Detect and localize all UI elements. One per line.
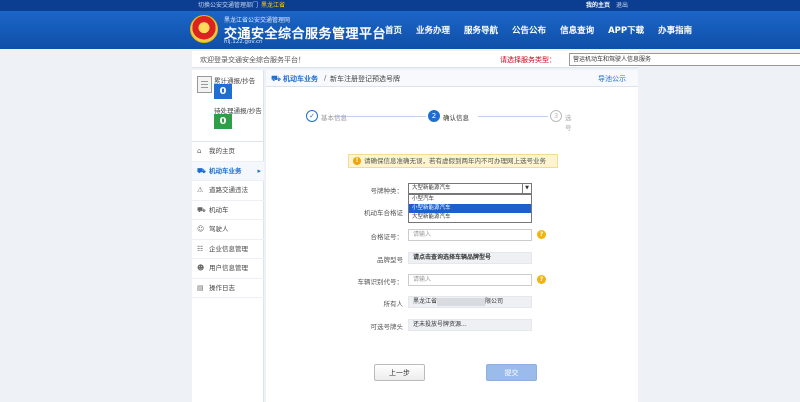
plate-prefix-field: 还未投放号牌资源... [408,319,532,331]
home-icon: ⌂ [197,147,202,155]
site-header: 黑龙江省公安交通管理网 交通安全综合服务管理平台 hlj.122.gov.cn … [0,11,800,49]
notice-stats: 累计通报/抄告 0 待处理通报/抄告 0 [192,70,264,142]
step-connector [334,116,426,117]
truck-icon: ⛟ [197,166,206,175]
logout-link[interactable]: 退出 [616,2,628,9]
step-2-label: 确认信息 [443,114,469,122]
service-type-select[interactable]: 营运机动车和驾驶人信息服务 ▼ [569,53,800,66]
total-notices-count[interactable]: 0 [214,84,232,99]
pending-notices-count[interactable]: 0 [214,114,232,129]
welcome-message: 欢迎登录交通安全综合服务平台！ [200,56,305,64]
service-type-value: 营运机动车和驾驶人信息服务 [573,56,652,63]
breadcrumb-separator: / [324,74,327,82]
nav-guide[interactable]: 办事指南 [658,24,692,36]
user-links: 我的主页 退出 [586,0,628,11]
main-nav: 首页 业务办理 服务导航 公告公布 信息查询 APP下载 办事指南 [385,11,706,49]
submit-button[interactable]: 提交 [486,364,537,381]
step-3-label: 选号 [565,114,572,132]
nav-business[interactable]: 业务办理 [416,24,450,36]
owner-suffix: 限公司 [485,298,504,305]
nav-info-query[interactable]: 信息查询 [560,24,594,36]
certificate-label: 机动车合格证 [364,209,403,217]
nav-home[interactable]: 首页 [385,24,402,36]
sidebar-item-user-info[interactable]: ☻ 用户信息管理 [192,259,264,279]
plate-type-select[interactable]: 大型新能源汽车 ▼ [408,183,532,194]
sidebar-item-drivers[interactable]: ☺ 驾驶人 [192,220,264,240]
breadcrumb-current: 新车注册登记预选号牌 [330,75,400,83]
warning-banner: ! 请确保信息准确无误，若有虚假到两年内不可办理网上选号业务 [348,154,558,168]
vin-input[interactable]: 请输入 [408,274,532,286]
help-icon[interactable]: ? [537,230,546,239]
sidebar-item-company-info[interactable]: ☷ 企业信息管理 [192,240,264,259]
sidebar-item-vehicles[interactable]: ⛟ 机动车 [192,201,264,220]
cert-number-label: 合格证号： [370,233,404,241]
main-content: ⛟ 机动车业务 / 新车注册登记预选号牌 导池公示 ✓ 基本信息 2 确认信息 … [266,70,638,402]
truck-icon: ⛟ [197,205,206,214]
brand-model-label: 品牌型号 [377,256,403,264]
clipboard-icon [197,76,212,93]
sidebar-item-label: 道路交通违法 [209,186,248,194]
redacted-text [437,297,486,306]
driver-icon: ☺ [197,225,205,233]
service-type-label: 请选择服务类型： [500,56,556,64]
nav-announcements[interactable]: 公告公布 [512,24,546,36]
owner-label: 所有人 [383,300,404,308]
breadcrumb: ⛟ 机动车业务 / 新车注册登记预选号牌 导池公示 [266,70,638,87]
breadcrumb-vehicle-business[interactable]: 机动车业务 [283,74,318,84]
step-connector [478,116,548,117]
warning-icon: ⚠ [197,186,204,194]
plate-option-small-new-energy[interactable]: 小型新能源汽车 [409,204,531,213]
log-icon: ▤ [197,283,204,292]
users-icon: ☷ [197,244,204,253]
warning-text: 请确保信息准确无误，若有虚假到两年内不可办理网上选号业务 [364,157,546,165]
plate-type-label: 号牌种类： [370,187,404,195]
sidebar-item-label: 驾驶人 [209,225,229,233]
step-1-label: 基本信息 [321,114,347,122]
sidebar-item-vehicle-business[interactable]: ⛟ 机动车业务 [192,161,264,181]
step-indicator: ✓ 基本信息 2 确认信息 3 选号 [306,110,572,132]
nav-app-download[interactable]: APP下载 [608,24,644,36]
top-strip: 切换公安交通管理部门 黑龙江省 我的主页 退出 [0,0,800,11]
plate-type-dropdown: 小型汽车 小型新能源汽车 大型新能源汽车 [408,194,532,223]
help-icon[interactable]: ? [537,275,546,284]
warning-icon: ! [353,157,361,165]
sidebar-item-label: 用户信息管理 [209,264,248,272]
brand-model-field[interactable]: 请点击查询选择车辆品牌型号 [408,252,532,264]
plate-prefix-label: 可选号牌头 [370,323,404,331]
chevron-down-icon[interactable]: ▼ [522,184,531,193]
sidebar-item-my-home[interactable]: ⌂ 我的主页 [192,142,264,162]
sidebar-item-label: 企业信息管理 [209,244,248,253]
sidebar-item-label: 机动车业务 [209,166,242,175]
sidebar-item-traffic-violations[interactable]: ⚠ 道路交通违法 [192,181,264,201]
sidebar: 累计通报/抄告 0 待处理通报/抄告 0 ⌂我的主页 ⛟机动车业务 ⚠道路交通违… [192,70,264,402]
vin-label: 车辆识别代号： [357,278,404,286]
sidebar-item-label: 机动车 [209,205,229,214]
sidebar-menu: ⌂我的主页 ⛟机动车业务 ⚠道路交通违法 ⛟机动车 ☺驾驶人 ☷企业信息管理 ☻… [192,142,264,298]
plate-type-value: 大型新能源汽车 [412,185,451,191]
cert-number-input[interactable]: 请输入 [408,229,532,241]
police-emblem-icon [190,15,218,43]
plate-option-small-car[interactable]: 小型汽车 [409,195,531,204]
switch-text[interactable]: 切换公安交通管理部门 [198,2,258,9]
sidebar-item-label: 我的主页 [209,147,235,155]
welcome-bar: 欢迎登录交通安全综合服务平台！ 请选择服务类型： 营运机动车和驾驶人信息服务 ▼ [192,51,800,68]
nav-service-guide[interactable]: 服务导航 [464,24,498,36]
brand-url: hlj.122.gov.cn [224,39,263,45]
step-2-number: 2 [428,110,440,122]
pool-notice-link[interactable]: 导池公示 [598,74,626,84]
my-home-link[interactable]: 我的主页 [586,2,610,9]
user-icon: ☻ [197,264,205,272]
department-switcher[interactable]: 切换公安交通管理部门 黑龙江省 [198,0,285,11]
step-1-check-icon: ✓ [306,110,318,122]
step-3-number: 3 [550,110,562,122]
sidebar-item-operation-log[interactable]: ▤ 操作日志 [192,279,264,298]
sidebar-item-label: 操作日志 [209,283,235,292]
plate-option-large-new-energy[interactable]: 大型新能源汽车 [409,213,531,222]
owner-field: 黑龙江省 限公司 [408,296,532,308]
previous-step-button[interactable]: 上一步 [374,364,425,381]
truck-icon: ⛟ [271,74,282,83]
province-link[interactable]: 黑龙江省 [261,2,285,9]
owner-prefix: 黑龙江省 [413,298,438,305]
